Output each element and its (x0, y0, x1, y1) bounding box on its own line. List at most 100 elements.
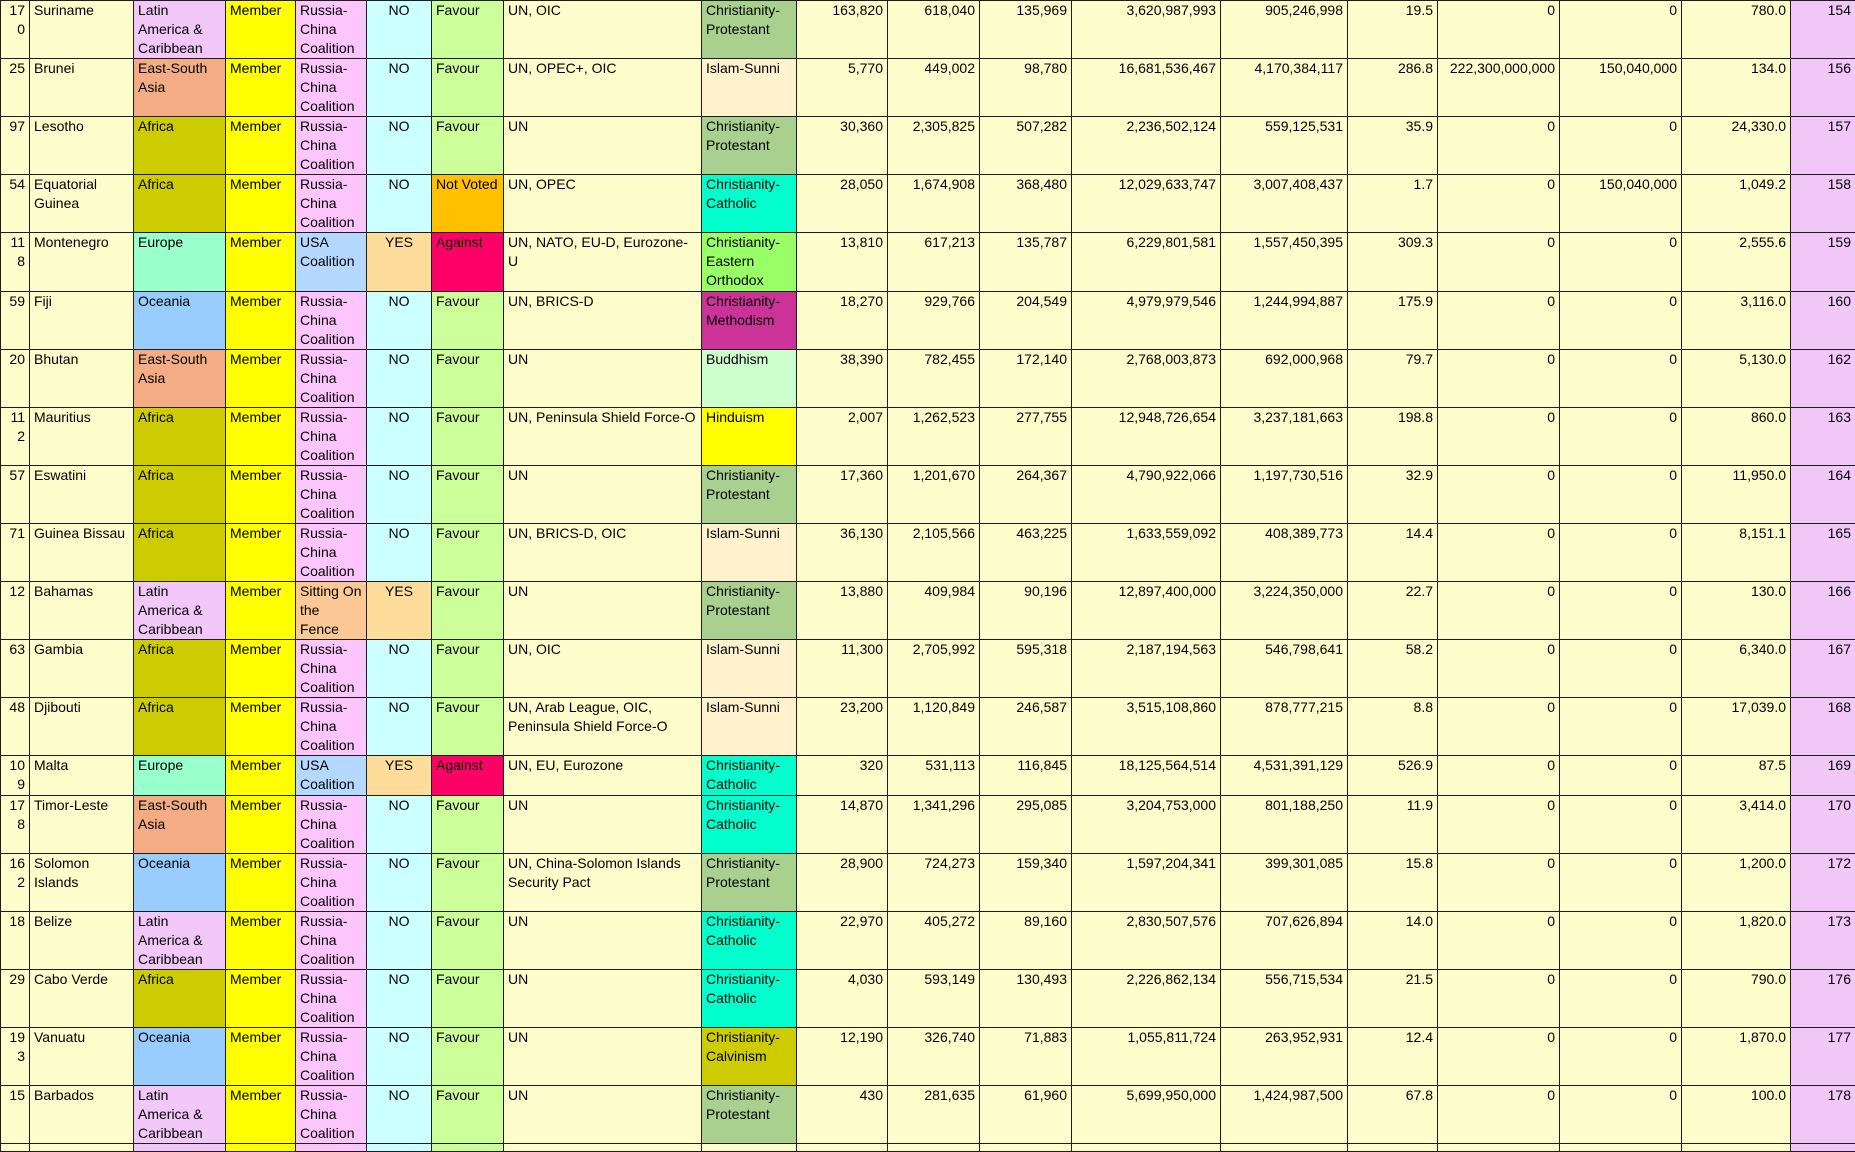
cell-orgs[interactable]: UN, Arab League, OIC, Peninsula Shield F… (504, 698, 702, 756)
cell-c5[interactable]: 692,000,968 (1221, 350, 1348, 408)
cell-c1[interactable]: 13,880 (797, 582, 888, 640)
cell-c6[interactable]: 1.7 (1348, 175, 1438, 233)
cell-rank[interactable]: 160 (1791, 292, 1855, 350)
cell-c3[interactable]: 507,282 (980, 117, 1072, 175)
cell-flag[interactable]: YES (367, 756, 432, 796)
cell-region[interactable]: Africa (134, 524, 226, 582)
cell-rank[interactable]: 159 (1791, 233, 1855, 292)
cell-c5[interactable]: 546,798,641 (1221, 640, 1348, 698)
cell-country[interactable]: Suriname (30, 1, 134, 59)
cell-c2[interactable]: 1,120,849 (888, 698, 980, 756)
cell-flag[interactable]: NO (367, 912, 432, 970)
cell-c1[interactable]: 430 (797, 1086, 888, 1144)
cell-country[interactable]: Bhutan (30, 350, 134, 408)
cell-c3[interactable]: 172,140 (980, 350, 1072, 408)
cell-c9[interactable]: 790.0 (1682, 970, 1791, 1028)
cell-c7[interactable]: 0 (1438, 117, 1560, 175)
cell-c7[interactable]: 0 (1438, 466, 1560, 524)
cell-religion[interactable]: Christianity-Catholic (702, 912, 797, 970)
cell-id[interactable]: 25 (1, 59, 30, 117)
cell-religion[interactable]: Christianity-Eastern Orthodox (702, 233, 797, 292)
cell-c8[interactable]: 150,040,000 (1560, 59, 1682, 117)
cell-c2[interactable]: 405,272 (888, 912, 980, 970)
cell-c4[interactable]: 18,125,564,514 (1072, 756, 1221, 796)
cell-membership[interactable]: Member (226, 466, 296, 524)
cell-c2[interactable]: 1,201,670 (888, 466, 980, 524)
cell-rank[interactable]: 165 (1791, 524, 1855, 582)
cell-c1[interactable]: 18,270 (797, 292, 888, 350)
cell-c9[interactable]: 2,555.6 (1682, 233, 1791, 292)
cell-flag[interactable]: NO (367, 59, 432, 117)
cell-country[interactable]: Brunei (30, 59, 134, 117)
cell-c5[interactable]: 1,197,730,516 (1221, 466, 1348, 524)
cell-vote[interactable]: Favour (432, 796, 504, 854)
cell-country[interactable]: Fiji (30, 292, 134, 350)
cell-region[interactable]: Latin America & Caribbean (134, 1086, 226, 1144)
cell-religion[interactable]: Buddhism (702, 350, 797, 408)
cell-c1[interactable]: 36,130 (797, 524, 888, 582)
cell-c7[interactable]: 0 (1438, 912, 1560, 970)
cell-c1[interactable]: 13,810 (797, 233, 888, 292)
cell-religion[interactable]: Christianity-Calvinism (702, 1028, 797, 1086)
cell-c4[interactable]: 2,226,862,134 (1072, 970, 1221, 1028)
cell-coalition[interactable]: Russia-China Coalition (296, 1028, 367, 1086)
cell-c9[interactable]: 100.0 (1682, 1086, 1791, 1144)
cell-c2[interactable]: 449,002 (888, 59, 980, 117)
cell-region[interactable]: Africa (134, 970, 226, 1028)
cell-vote[interactable]: Against (432, 756, 504, 796)
cell-c9[interactable]: 1,820.0 (1682, 912, 1791, 970)
cell-c5[interactable]: 1,557,450,395 (1221, 233, 1348, 292)
cell-id[interactable]: 29 (1, 970, 30, 1028)
cell-c8[interactable]: 0 (1560, 756, 1682, 796)
cell-membership[interactable]: Member (226, 59, 296, 117)
cell-c2[interactable]: 281,635 (888, 1086, 980, 1144)
cell-country[interactable]: Equatorial Guinea (30, 175, 134, 233)
cell-coalition[interactable]: USA Coalition (296, 233, 367, 292)
cell-region[interactable]: Europe (134, 233, 226, 292)
cell-id[interactable]: 112 (1, 408, 30, 466)
cell-partial[interactable] (1348, 1144, 1438, 1152)
cell-c5[interactable]: 4,170,384,117 (1221, 59, 1348, 117)
cell-coalition[interactable]: Russia-China Coalition (296, 350, 367, 408)
cell-vote[interactable]: Favour (432, 854, 504, 912)
cell-id[interactable]: 193 (1, 1028, 30, 1086)
cell-flag[interactable]: YES (367, 582, 432, 640)
cell-membership[interactable]: Member (226, 1, 296, 59)
cell-orgs[interactable]: UN (504, 466, 702, 524)
cell-religion[interactable]: Islam-Sunni (702, 59, 797, 117)
cell-vote[interactable]: Favour (432, 698, 504, 756)
cell-c9[interactable]: 8,151.1 (1682, 524, 1791, 582)
cell-flag[interactable]: NO (367, 796, 432, 854)
cell-country[interactable]: Malta (30, 756, 134, 796)
cell-id[interactable]: 59 (1, 292, 30, 350)
cell-rank[interactable]: 166 (1791, 582, 1855, 640)
cell-orgs[interactable]: UN (504, 582, 702, 640)
cell-rank[interactable]: 164 (1791, 466, 1855, 524)
cell-c1[interactable]: 320 (797, 756, 888, 796)
cell-coalition[interactable]: Russia-China Coalition (296, 1, 367, 59)
cell-c4[interactable]: 4,790,922,066 (1072, 466, 1221, 524)
cell-flag[interactable]: NO (367, 408, 432, 466)
cell-coalition[interactable]: Russia-China Coalition (296, 117, 367, 175)
cell-c8[interactable]: 0 (1560, 524, 1682, 582)
cell-c7[interactable]: 0 (1438, 796, 1560, 854)
cell-id[interactable]: 162 (1, 854, 30, 912)
cell-partial[interactable] (296, 1144, 367, 1152)
cell-c3[interactable]: 90,196 (980, 582, 1072, 640)
cell-membership[interactable]: Member (226, 292, 296, 350)
cell-partial[interactable] (1438, 1144, 1560, 1152)
cell-rank[interactable]: 158 (1791, 175, 1855, 233)
cell-flag[interactable]: NO (367, 524, 432, 582)
cell-membership[interactable]: Member (226, 1028, 296, 1086)
cell-flag[interactable]: NO (367, 970, 432, 1028)
cell-vote[interactable]: Favour (432, 292, 504, 350)
cell-partial[interactable] (367, 1144, 432, 1152)
cell-c3[interactable]: 98,780 (980, 59, 1072, 117)
cell-region[interactable]: East-South Asia (134, 350, 226, 408)
cell-vote[interactable]: Favour (432, 640, 504, 698)
cell-c2[interactable]: 1,341,296 (888, 796, 980, 854)
cell-c4[interactable]: 1,055,811,724 (1072, 1028, 1221, 1086)
cell-orgs[interactable]: UN, OIC (504, 640, 702, 698)
cell-vote[interactable]: Favour (432, 466, 504, 524)
cell-c8[interactable]: 0 (1560, 466, 1682, 524)
